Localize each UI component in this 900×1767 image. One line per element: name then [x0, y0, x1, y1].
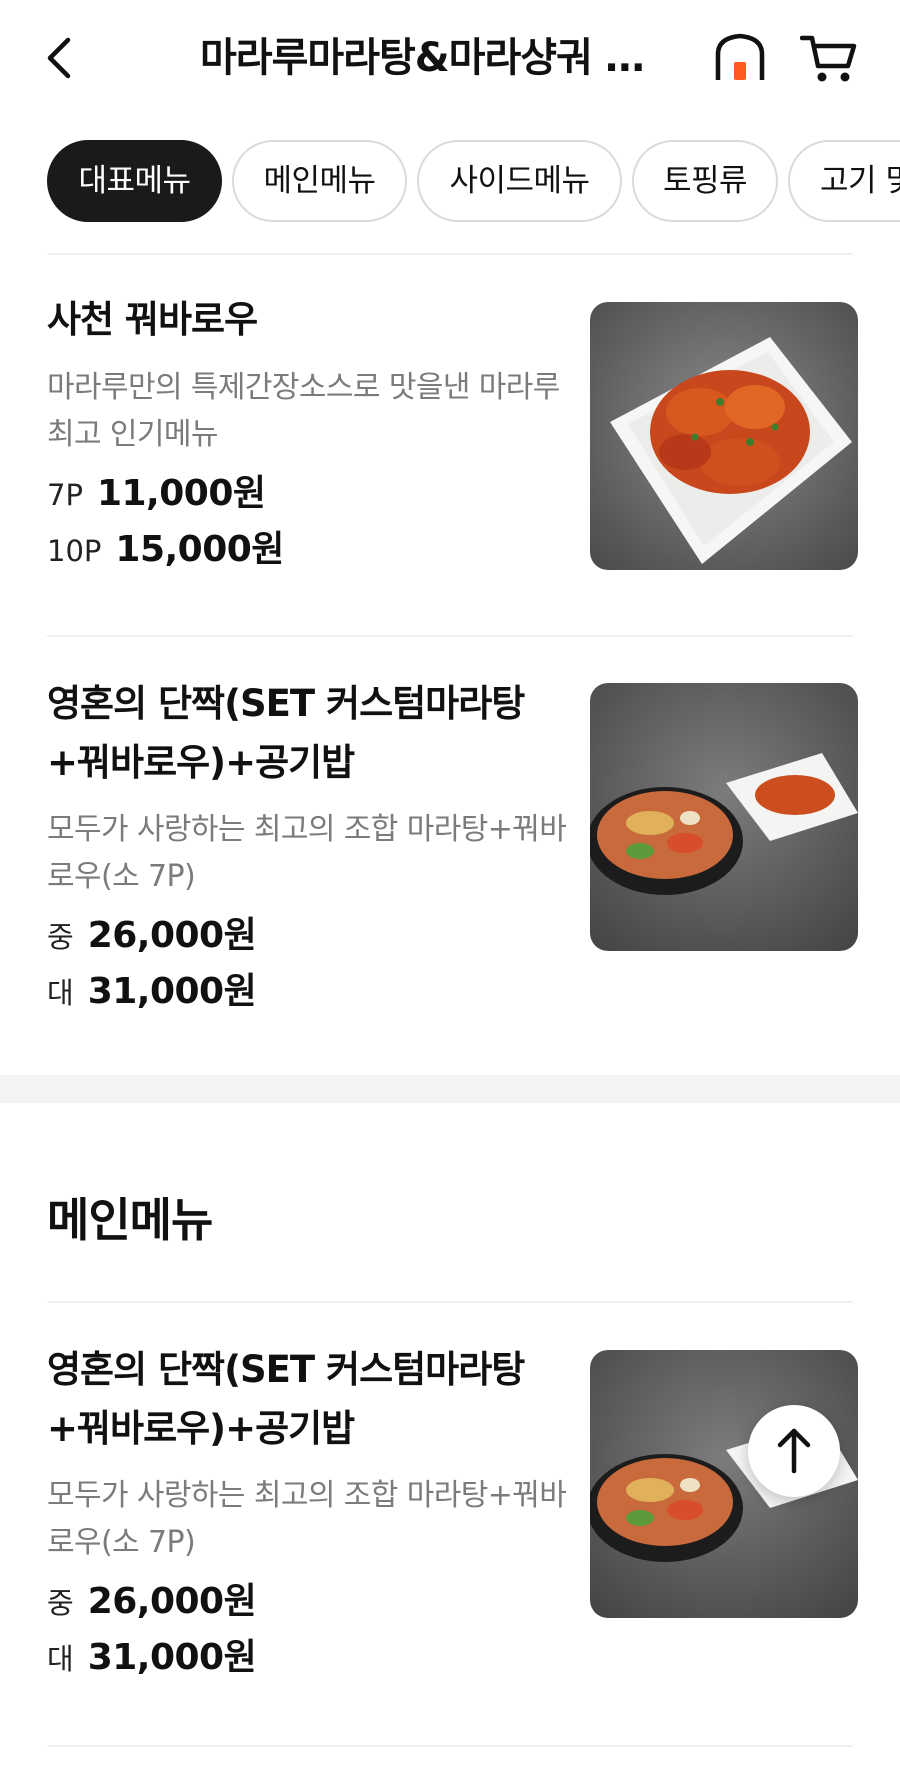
- tab-side-menu[interactable]: 사이드메뉴: [417, 140, 622, 222]
- divider: [47, 1745, 853, 1747]
- price-row: 대 31,000원: [47, 964, 257, 1020]
- divider: [47, 1301, 853, 1303]
- section-title: 메인메뉴: [47, 1193, 213, 1247]
- price-amount: 31,000원: [87, 1637, 257, 1678]
- price-size: 7P: [47, 478, 83, 512]
- tab-featured-menu[interactable]: 대표메뉴: [47, 140, 222, 222]
- store-title: 마라루마라탕&마라샹궈 칠곡점: [200, 35, 675, 81]
- price-row: 중 26,000원: [47, 908, 257, 964]
- chevron-left-icon: [47, 37, 71, 79]
- divider: [47, 253, 853, 255]
- menu-item-photo: [590, 683, 858, 951]
- menu-item-description: 모두가 사랑하는 최고의 조합 마라탕+꿔바로우(소 7P): [47, 812, 567, 894]
- price-row: 7P 11,000원: [47, 466, 266, 522]
- home-button[interactable]: [712, 30, 768, 86]
- tab-meat[interactable]: 고기 및: [788, 140, 900, 222]
- price-amount: 31,000원: [87, 971, 257, 1012]
- menu-item-description: 모두가 사랑하는 최고의 조합 마라탕+꿔바로우(소 7P): [47, 1478, 567, 1560]
- back-button[interactable]: [38, 30, 82, 86]
- tab-main-menu[interactable]: 메인메뉴: [232, 140, 407, 222]
- price-row: 대 31,000원: [47, 1630, 257, 1686]
- menu-item-name: 사천 꿔바로우: [47, 298, 258, 341]
- price-size: 대: [47, 976, 74, 1010]
- category-tabs: 대표메뉴 메인메뉴 사이드메뉴 토핑류 고기 및: [0, 140, 900, 226]
- price-amount: 11,000원: [96, 473, 266, 514]
- menu-item-name: 영혼의 단짝(SET 커스텀마라탕+꿔바로우)+공기밥: [47, 1348, 525, 1450]
- tab-toppings[interactable]: 토핑류: [632, 140, 778, 222]
- price-row: 중 26,000원: [47, 1574, 257, 1630]
- arrow-up-icon: [777, 1428, 811, 1474]
- divider: [47, 635, 853, 637]
- section-separator: [0, 1075, 900, 1103]
- price-amount: 26,000원: [87, 1581, 257, 1622]
- price-size: 중: [47, 920, 74, 954]
- cart-icon: [799, 35, 857, 82]
- price-size: 대: [47, 1642, 74, 1676]
- price-row: 10P 15,000원: [47, 522, 284, 578]
- menu-item-description: 마라루만의 특제간장소스로 맛을낸 마라루 최고 인기메뉴: [47, 370, 560, 452]
- price-size: 10P: [47, 534, 102, 568]
- price-size: 중: [47, 1586, 74, 1620]
- home-icon: [715, 33, 765, 80]
- price-amount: 26,000원: [87, 915, 257, 956]
- menu-item-photo: [590, 302, 858, 570]
- price-amount: 15,000원: [115, 529, 284, 570]
- app-header: 마라루마라탕&마라샹궈 칠곡점: [0, 0, 900, 120]
- scroll-to-top-button[interactable]: [748, 1405, 840, 1497]
- menu-item-name: 영혼의 단짝(SET 커스텀마라탕+꿔바로우)+공기밥: [47, 682, 525, 784]
- cart-button[interactable]: [799, 30, 860, 86]
